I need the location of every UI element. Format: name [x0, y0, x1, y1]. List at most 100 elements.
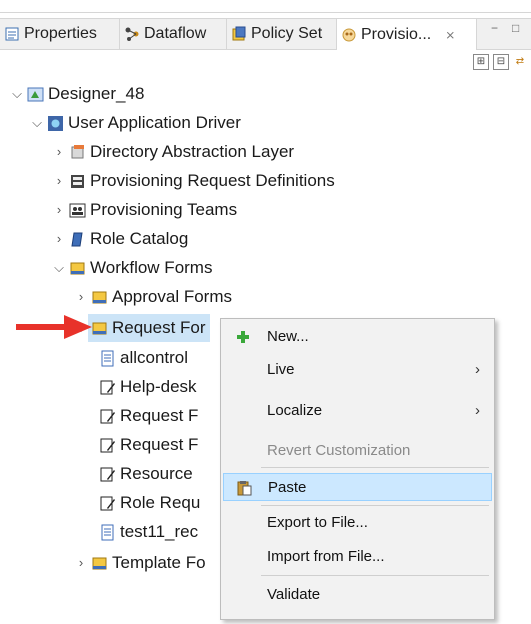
tree-node-label: Directory Abstraction Layer — [90, 142, 295, 161]
menu-item-new[interactable]: New... — [221, 323, 494, 351]
dataflow-icon — [125, 27, 139, 41]
tree-node-role-catalog[interactable]: › Role Catalog — [52, 225, 188, 253]
form-file-icon — [101, 524, 114, 540]
chevron-right-icon[interactable]: › — [74, 549, 88, 577]
tree-node-label: Workflow Forms — [90, 258, 213, 277]
teams-icon — [69, 203, 86, 217]
tree-node-label: test11_rec — [120, 522, 199, 541]
menu-item-label: Revert Customization — [267, 442, 411, 459]
directory-layer-icon — [71, 144, 84, 158]
paste-icon — [237, 481, 252, 496]
menu-item-localize[interactable]: Localize › — [221, 397, 494, 425]
tree-node-label: Request F — [120, 406, 199, 425]
menu-item-label: Export to File... — [267, 514, 368, 531]
tree-node-form[interactable]: Resource — [96, 460, 193, 488]
properties-icon — [5, 27, 19, 41]
project-icon — [27, 87, 44, 101]
expand-all-icon[interactable]: ⊞ — [473, 54, 489, 70]
tree-node-label: User Application Driver — [68, 113, 241, 132]
tree-node-workflow-forms[interactable]: ⌵ Workflow Forms — [52, 254, 212, 282]
tree-node-prd[interactable]: › Provisioning Request Definitions — [52, 167, 335, 195]
form-edit-icon — [100, 438, 115, 452]
window-top-edge — [0, 0, 531, 13]
collapse-all-icon[interactable]: ⊟ — [493, 54, 509, 70]
tab-label: Provisio... — [361, 25, 432, 43]
tree-node-dal[interactable]: › Directory Abstraction Layer — [52, 138, 294, 166]
chevron-right-icon[interactable]: › — [52, 138, 66, 166]
tree-node-label: Designer_48 — [48, 84, 145, 103]
tree-node-label: Provisioning Teams — [90, 200, 238, 219]
policy-set-icon — [232, 26, 246, 41]
menu-separator — [261, 505, 489, 506]
tab-dataflow[interactable]: Dataflow — [120, 19, 227, 49]
plus-icon — [237, 331, 249, 343]
tree-node-label: Help-desk — [120, 377, 197, 396]
chevron-right-icon[interactable]: › — [52, 225, 66, 253]
menu-item-label: Import from File... — [267, 548, 385, 565]
menu-item-label: Paste — [268, 479, 307, 496]
forms-folder-icon — [92, 291, 107, 303]
menu-item-label: Localize — [267, 402, 323, 419]
selected-node[interactable]: Request For — [88, 314, 210, 342]
forms-folder-icon — [92, 557, 107, 569]
menu-item-import[interactable]: Import from File... — [221, 543, 494, 571]
tree-node-driver[interactable]: ⌵ User Application Driver — [30, 109, 241, 137]
tree-node-label: allcontrol — [120, 348, 189, 367]
tab-policy-set[interactable]: Policy Set — [227, 19, 337, 49]
tree-node-approval-forms[interactable]: › Approval Forms — [74, 283, 232, 311]
menu-item-export[interactable]: Export to File... — [221, 509, 494, 537]
tree-node-form[interactable]: allcontrol — [96, 344, 188, 372]
tab-properties[interactable]: Properties — [0, 19, 120, 49]
annotation-arrow-icon — [16, 315, 92, 339]
menu-separator — [261, 575, 489, 576]
tree-node-label: Template Fo — [112, 553, 206, 572]
chevron-right-icon[interactable]: › — [52, 167, 66, 195]
tree-node-label: Provisioning Request Definitions — [90, 171, 335, 190]
view-toolbar: ⊞ ⊟ ⇄ — [473, 52, 531, 72]
tree-node-label: Role Requ — [120, 493, 201, 512]
tab-label: Policy Set — [251, 25, 323, 42]
tree-node-label: Resource — [120, 464, 193, 483]
menu-item-validate[interactable]: Validate — [221, 581, 494, 609]
tree-node-template-forms[interactable]: › Template Fo — [74, 549, 206, 577]
form-file-icon — [101, 350, 114, 366]
tree-node-form[interactable]: test11_rec — [96, 518, 198, 546]
chevron-right-icon[interactable]: › — [52, 196, 66, 224]
menu-item-revert-customization[interactable]: Revert Customization — [221, 437, 494, 465]
sync-icon[interactable]: ⇄ — [513, 55, 527, 69]
tree-node-designer[interactable]: ⌵ Designer_48 — [10, 80, 144, 108]
tree-node-teams[interactable]: › Provisioning Teams — [52, 196, 237, 224]
menu-item-label: Validate — [267, 586, 321, 603]
minimize-icon[interactable]: − — [491, 21, 498, 35]
menu-item-paste[interactable]: Paste — [223, 473, 492, 501]
context-menu: New... Live › Localize › Revert Customiz… — [220, 318, 495, 620]
chevron-down-icon[interactable]: ⌵ — [10, 80, 24, 108]
form-edit-icon — [100, 409, 115, 423]
menu-item-live[interactable]: Live › — [221, 356, 494, 384]
tree-node-form[interactable]: Request F — [96, 402, 198, 430]
form-edit-icon — [100, 496, 115, 510]
tab-label: Dataflow — [144, 25, 207, 42]
role-catalog-icon — [71, 232, 83, 246]
menu-item-label: New... — [267, 328, 309, 345]
view-tab-bar: Properties Dataflow Policy Set Provisio.… — [0, 18, 531, 50]
request-definitions-icon — [71, 174, 84, 188]
submenu-arrow-icon: › — [475, 402, 480, 419]
chevron-right-icon[interactable]: › — [74, 283, 88, 311]
forms-folder-icon — [70, 262, 85, 274]
tab-label: Properties — [24, 25, 97, 42]
tree-node-form[interactable]: Role Requ — [96, 489, 200, 517]
tree-node-label: Approval Forms — [112, 287, 232, 306]
tree-node-form[interactable]: Help-desk — [96, 373, 197, 401]
provisioning-icon — [342, 28, 356, 41]
chevron-down-icon[interactable]: ⌵ — [30, 109, 44, 137]
tree-node-form[interactable]: Request F — [96, 431, 198, 459]
close-tab-icon[interactable]: ⨯ — [445, 20, 455, 50]
tree-node-request-forms[interactable]: ⌵ Request For — [74, 314, 210, 342]
submenu-arrow-icon: › — [475, 361, 480, 378]
chevron-down-icon[interactable]: ⌵ — [52, 254, 66, 282]
tab-provisioning[interactable]: Provisio... ⨯ — [337, 19, 477, 50]
maximize-icon[interactable]: □ — [512, 21, 519, 35]
menu-separator — [261, 467, 489, 468]
tree-node-label: Role Catalog — [90, 229, 189, 248]
